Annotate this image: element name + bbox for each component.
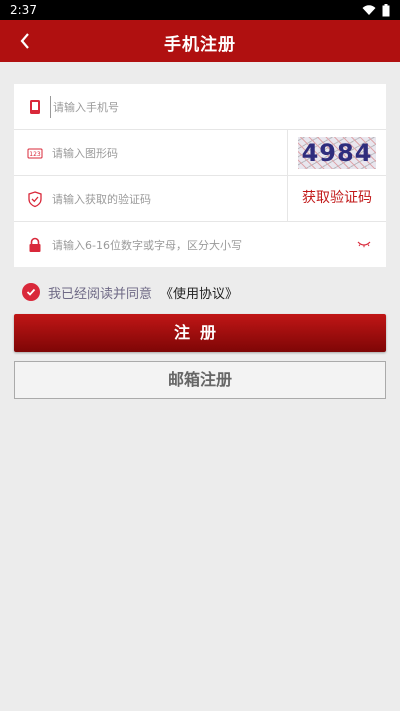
status-icons xyxy=(362,4,390,17)
password-row xyxy=(14,222,386,267)
email-register-button[interactable]: 邮箱注册 xyxy=(14,361,386,399)
shield-check-icon xyxy=(28,191,42,208)
eye-closed-icon[interactable] xyxy=(356,237,372,251)
get-sms-code-button[interactable]: 获取验证码 xyxy=(287,176,386,221)
battery-icon xyxy=(382,4,390,17)
checkmark-icon xyxy=(26,288,36,296)
svg-text:123: 123 xyxy=(29,151,41,158)
captcha-image[interactable]: 4984 xyxy=(287,130,386,175)
wifi-icon xyxy=(362,5,376,15)
captcha-picture[interactable]: 4984 xyxy=(298,136,376,169)
agree-checkbox[interactable] xyxy=(22,283,40,301)
agreement-text: 我已经阅读并同意 xyxy=(48,286,153,302)
sms-row: 获取验证码 xyxy=(14,176,386,222)
status-bar: 2:37 xyxy=(0,0,400,20)
status-time: 2:37 xyxy=(10,3,37,17)
phone-input[interactable] xyxy=(50,96,285,118)
captcha-row: 123 4984 xyxy=(14,130,386,176)
register-form: 123 4984 获取验证码 xyxy=(14,84,386,267)
captcha-input[interactable] xyxy=(50,142,284,164)
captcha-code-icon: 123 xyxy=(27,148,43,159)
captcha-text: 4984 xyxy=(301,138,373,167)
page-title: 手机注册 xyxy=(164,35,236,55)
phone-icon xyxy=(30,100,40,114)
sms-code-input[interactable] xyxy=(50,188,284,210)
lock-icon xyxy=(29,237,41,252)
phone-row xyxy=(14,84,386,130)
terms-link[interactable]: 《使用协议》 xyxy=(160,283,238,302)
agreement-row: 我已经阅读并同意 《使用协议》 xyxy=(22,281,238,303)
app-header: 手机注册 xyxy=(0,20,400,62)
register-button[interactable]: 注册 xyxy=(14,314,386,352)
password-input[interactable] xyxy=(50,234,284,256)
